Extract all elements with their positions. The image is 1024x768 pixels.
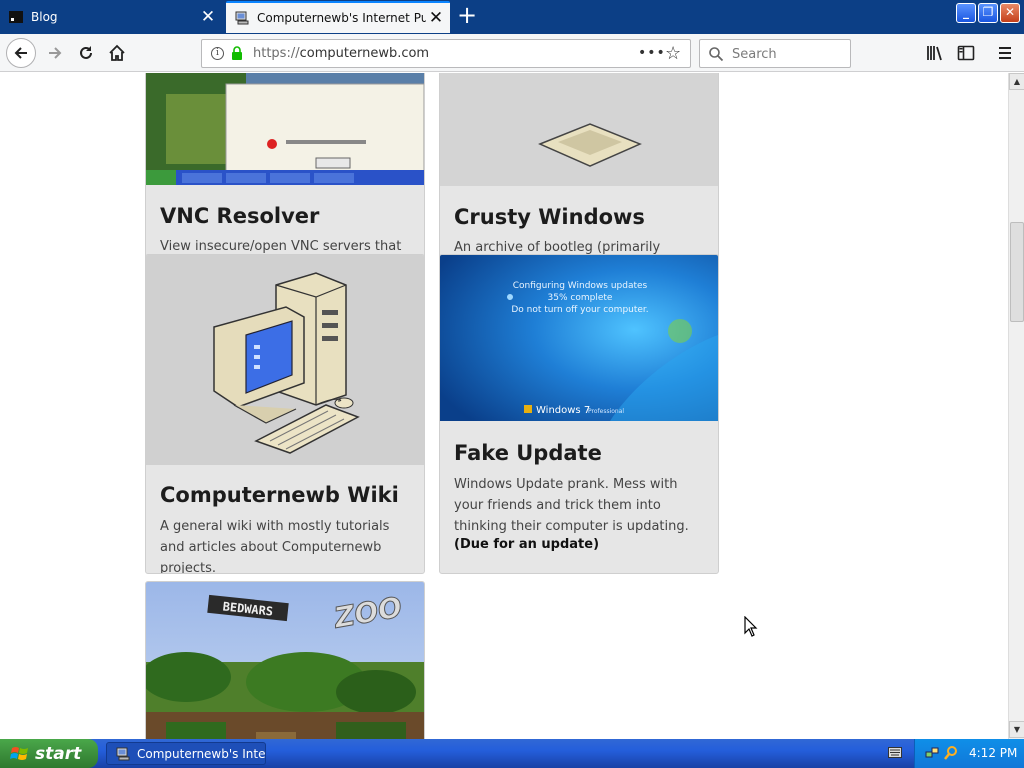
card-title: Fake Update xyxy=(454,441,602,465)
arrow-left-icon xyxy=(14,47,27,59)
tab-computernewb[interactable]: Computernewb's Internet Pub Hub! ✕ xyxy=(226,1,450,33)
retro-computer-image xyxy=(146,255,424,465)
tab-title: Computernewb's Internet Pub Hub! xyxy=(257,11,426,25)
taskbar: start Computernewb's Inte... 4:12 PM xyxy=(0,739,1024,768)
update-line-2: 35% complete xyxy=(548,293,613,303)
reload-icon xyxy=(80,46,92,59)
page-viewport: VNC Resolver View insecure/open VNC serv… xyxy=(0,73,1008,739)
system-tray: 4:12 PM xyxy=(914,739,1024,768)
navigation-toolbar: i https://computernewb.com ••• ☆ xyxy=(0,34,1024,72)
sidebar-button[interactable] xyxy=(953,40,979,66)
home-button[interactable] xyxy=(104,40,130,66)
scroll-up-arrow-icon[interactable]: ▲ xyxy=(1009,73,1024,90)
crusty-windows-image xyxy=(440,73,718,186)
card-description: Windows Update prank. Mess with your fri… xyxy=(454,477,689,534)
tab-close-icon[interactable]: ✕ xyxy=(198,7,218,27)
url-scheme: https:// xyxy=(253,46,300,61)
computernewb-favicon-icon xyxy=(234,10,250,26)
minimize-button[interactable]: _ xyxy=(956,3,976,23)
info-icon[interactable]: i xyxy=(211,47,224,60)
new-tab-button[interactable]: + xyxy=(455,3,479,28)
page-actions-icon[interactable]: ••• xyxy=(638,45,666,61)
windows-brand: Windows 7 xyxy=(536,405,590,416)
sidebar-icon xyxy=(957,45,975,61)
taskbar-window-label: Computernewb's Inte... xyxy=(137,746,265,761)
arrow-right-icon xyxy=(49,47,62,59)
card-title: Computernewb Wiki xyxy=(160,483,399,507)
tab-close-icon[interactable]: ✕ xyxy=(426,8,446,28)
windows-edition: Professional xyxy=(588,408,624,415)
taskbar-clock: 4:12 PM xyxy=(969,746,1018,760)
hamburger-menu-icon xyxy=(999,47,1011,59)
lock-icon[interactable] xyxy=(231,46,243,60)
start-button[interactable]: start xyxy=(0,739,98,768)
menu-button[interactable] xyxy=(992,40,1018,66)
card-note: (Due for an update) xyxy=(454,537,600,552)
computernewb-favicon-icon xyxy=(116,747,130,760)
tab-title: Blog xyxy=(31,10,58,24)
search-bar[interactable] xyxy=(699,39,851,68)
card-description: A general wiki with mostly tutorials and… xyxy=(160,519,390,574)
forward-button[interactable] xyxy=(42,40,68,66)
search-input[interactable] xyxy=(730,44,845,64)
network-icon[interactable] xyxy=(925,746,939,760)
blog-favicon-icon xyxy=(8,9,24,25)
keyboard-icon[interactable] xyxy=(888,747,902,758)
url-host: computernewb.com xyxy=(299,46,430,61)
library-button[interactable] xyxy=(922,40,948,66)
search-icon xyxy=(709,47,724,62)
minecraft-zoo-image: BEDWARS ZOO xyxy=(146,582,424,739)
magnifier-icon[interactable] xyxy=(943,745,959,761)
card-title: VNC Resolver xyxy=(160,204,320,228)
update-line-3: Do not turn off your computer. xyxy=(511,305,648,315)
scrollbar-thumb[interactable] xyxy=(1010,222,1024,322)
vnc-screenshot-image xyxy=(146,73,424,185)
vertical-scrollbar[interactable]: ▲ ▼ xyxy=(1008,73,1024,739)
library-icon xyxy=(927,46,942,61)
project-card-fake-update[interactable]: Configuring Windows updates 35% complete… xyxy=(439,254,719,574)
url-text[interactable]: https://computernewb.com xyxy=(253,46,429,61)
project-card-computernewb-wiki[interactable]: Computernewb Wiki A general wiki with mo… xyxy=(145,254,425,574)
update-line-1: Configuring Windows updates xyxy=(513,281,648,291)
back-button[interactable] xyxy=(6,38,36,68)
maximize-button[interactable]: ❐ xyxy=(978,3,998,23)
home-icon xyxy=(109,44,125,61)
close-button[interactable]: ✕ xyxy=(1000,3,1020,23)
reload-button[interactable] xyxy=(73,40,99,66)
card-title: Crusty Windows xyxy=(454,205,645,229)
start-label: start xyxy=(35,743,82,764)
windows-flag-icon xyxy=(10,746,28,760)
mouse-cursor-icon xyxy=(744,616,758,637)
project-card-minecraft-zoo[interactable]: BEDWARS ZOO xyxy=(145,581,425,739)
tab-strip: Blog ✕ Computernewb's Internet Pub Hub! … xyxy=(0,0,1024,34)
scroll-down-arrow-icon[interactable]: ▼ xyxy=(1009,721,1024,738)
taskbar-firefox-window[interactable]: Computernewb's Inte... xyxy=(106,742,266,765)
address-bar[interactable]: i https://computernewb.com ••• ☆ xyxy=(201,39,691,68)
windows-update-screen-image: Configuring Windows updates 35% complete… xyxy=(440,255,718,421)
tab-blog[interactable]: Blog ✕ xyxy=(0,1,222,33)
bookmark-star-icon[interactable]: ☆ xyxy=(665,43,681,64)
